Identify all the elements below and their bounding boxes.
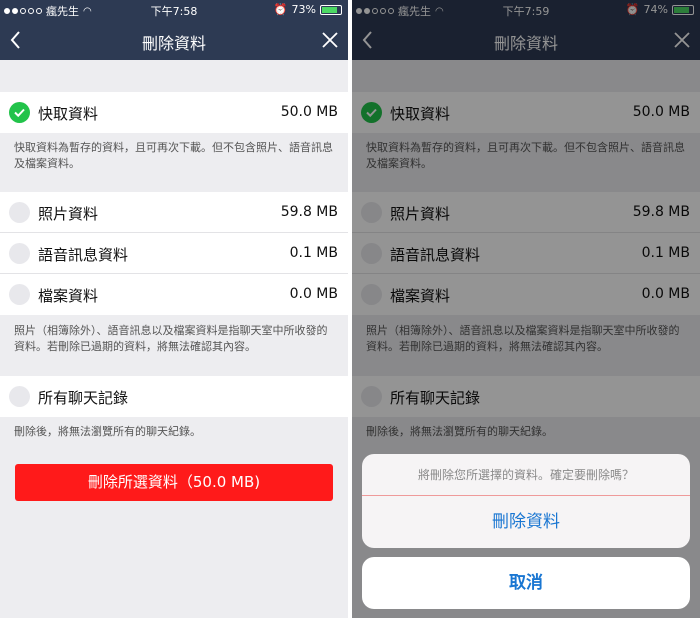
media-section: 照片資料 59.8 MB 語音訊息資料 0.1 MB 檔案資料 0.0 MB (0, 192, 348, 315)
chats-note: 刪除後，將無法瀏覽所有的聊天紀錄。 (14, 425, 201, 438)
checkbox-icon[interactable] (9, 284, 30, 305)
cache-row[interactable]: 快取資料 50.0 MB (0, 92, 348, 133)
confirm-delete-button[interactable]: 刪除資料 (362, 496, 690, 548)
page-title: 刪除資料 (141, 34, 206, 53)
cache-size: 50.0 MB (280, 104, 338, 120)
cache-note: 快取資料為暫存的資料，且可再次下載。但不包含照片、語音訊息及檔案資料。 (14, 141, 333, 170)
media-note: 照片（相簿除外）、語音訊息以及檔案資料是指聊天室中所收發的資料。若刪除已過期的資… (14, 324, 328, 353)
checkmark-icon[interactable] (9, 102, 30, 123)
cache-label: 快取資料 (38, 105, 99, 123)
cancel-button[interactable]: 取消 (362, 557, 690, 609)
cache-section: 快取資料 50.0 MB (0, 92, 348, 133)
chats-section: 所有聊天記錄 (0, 376, 348, 417)
close-icon[interactable] (318, 28, 342, 52)
voice-size: 0.1 MB (289, 245, 338, 261)
photos-size: 59.8 MB (280, 204, 338, 220)
chats-label: 所有聊天記錄 (38, 389, 129, 407)
action-sheet-message: 將刪除您所選擇的資料。確定要刪除嗎？ (362, 454, 690, 496)
checkbox-icon[interactable] (9, 386, 30, 407)
action-sheet: 將刪除您所選擇的資料。確定要刪除嗎？ 刪除資料 (362, 454, 690, 548)
photos-label: 照片資料 (38, 205, 99, 223)
phone-left: 瘋先生 ◠ 下午7:58 ⏰ 73% 刪除資料 快取資料 50.0 MB 快取資… (0, 0, 348, 618)
checkbox-icon[interactable] (9, 202, 30, 223)
screenshot-pair: 瘋先生 ◠ 下午7:58 ⏰ 73% 刪除資料 快取資料 50.0 MB 快取資… (0, 0, 700, 618)
status-bar: 瘋先生 ◠ 下午7:58 ⏰ 73% (0, 0, 348, 20)
chats-row[interactable]: 所有聊天記錄 (0, 376, 348, 417)
files-label: 檔案資料 (38, 287, 99, 305)
phone-right: 瘋先生 ◠ 下午7:59 ⏰ 74% 刪除資料 快取資料 50.0 MB 快取資… (352, 0, 700, 618)
alarm-icon: ⏰ (273, 3, 288, 16)
battery-percent: 73% (291, 3, 316, 16)
voice-row[interactable]: 語音訊息資料 0.1 MB (0, 233, 348, 274)
nav-bar: 刪除資料 (0, 20, 348, 60)
voice-label: 語音訊息資料 (38, 246, 129, 264)
photos-row[interactable]: 照片資料 59.8 MB (0, 192, 348, 233)
battery-icon (320, 4, 342, 15)
files-size: 0.0 MB (289, 286, 338, 302)
files-row[interactable]: 檔案資料 0.0 MB (0, 274, 348, 315)
delete-selected-button[interactable]: 刪除所選資料（50.0 MB) (15, 464, 333, 501)
status-right: ⏰ 73% (274, 3, 342, 16)
checkbox-icon[interactable] (9, 243, 30, 264)
